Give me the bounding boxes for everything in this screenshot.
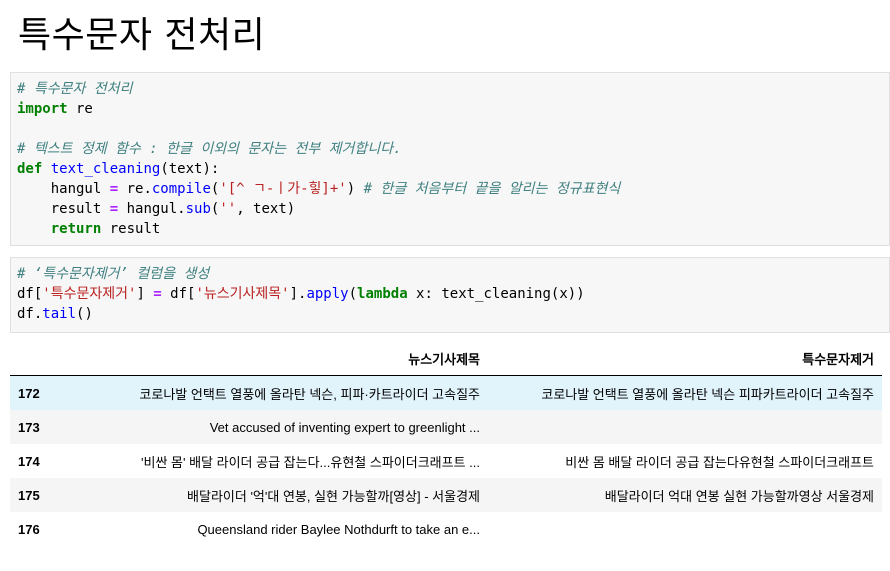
- string-column-new: '특수문자제거': [42, 286, 137, 302]
- keyword-def: def: [17, 161, 43, 177]
- function-name: text_cleaning: [50, 161, 161, 177]
- code-text: df.: [17, 306, 43, 322]
- dataframe-output: 뉴스기사제목 특수문자제거 172 코로나발 언택트 열풍에 올라탄 넥슨, 피…: [10, 341, 882, 546]
- code-comment: # 텍스트 정제 함수 : 한글 이외의 문자는 전부 제거합니다.: [17, 141, 402, 157]
- cell-title: '비싼 몸' 배달 라이더 공급 잡는다...유현철 스파이더크래프트 ...: [141, 454, 480, 470]
- keyword-lambda: lambda: [357, 286, 408, 302]
- row-index: 175: [18, 487, 40, 503]
- code-text: ): [346, 181, 364, 197]
- cell-clean: 배달라이더 억대 연봉 실현 가능할까영상 서울경제: [604, 488, 874, 504]
- operator-assign: =: [153, 286, 162, 302]
- row-index: 172: [18, 385, 40, 401]
- keyword-import: import: [17, 101, 68, 117]
- cell-clean: 코로나발 언택트 열풍에 올라탄 넥슨 피파카트라이더 고속질주: [541, 386, 874, 402]
- code-text: hangul: [17, 181, 110, 197]
- table-row: 174 '비싼 몸' 배달 라이더 공급 잡는다...유현철 스파이더크래프트 …: [10, 444, 882, 478]
- method-tail: tail: [42, 306, 77, 322]
- code-text: result: [17, 201, 110, 217]
- code-comment: # 한글 처음부터 끝을 알리는 정규표현식: [363, 181, 621, 197]
- keyword-return: return: [50, 221, 102, 237]
- cell-title: 배달라이더 '억'대 연봉, 실현 가능할까[영상] - 서울경제: [187, 488, 480, 504]
- code-cell-1[interactable]: # 특수문자 전처리 import re # 텍스트 정제 함수 : 한글 이외의 …: [10, 72, 890, 246]
- cell-clean: [488, 410, 882, 444]
- row-index: 174: [18, 453, 40, 469]
- table-row: 172 코로나발 언택트 열풍에 올라탄 넥슨, 피파·카트라이더 고속질주 코…: [10, 375, 882, 410]
- method-sub: sub: [185, 201, 211, 217]
- code-text: ].: [289, 286, 307, 302]
- empty-string: '': [219, 201, 237, 217]
- code-text: result: [101, 221, 161, 237]
- table-row: 175 배달라이더 '억'대 연봉, 실현 가능할까[영상] - 서울경제 배달…: [10, 478, 882, 512]
- code-text: re.: [118, 181, 152, 197]
- column-header-title: 뉴스기사제목: [52, 341, 488, 376]
- code-comment: # ‘특수문자제거’ 컬럼을 생성: [17, 266, 210, 282]
- cell-title: 코로나발 언택트 열풍에 올라탄 넥슨, 피파·카트라이더 고속질주: [139, 386, 480, 402]
- table-header-row: 뉴스기사제목 특수문자제거: [10, 341, 882, 376]
- row-index: 176: [18, 521, 40, 537]
- code-comment: # 특수문자 전처리: [17, 81, 133, 97]
- code-text: ]: [136, 286, 154, 302]
- cell-clean: [488, 512, 882, 546]
- code-text: (: [348, 286, 358, 302]
- table-row: 173 Vet accused of inventing expert to g…: [10, 410, 882, 444]
- code-text: hangul.: [118, 201, 186, 217]
- row-index: 173: [18, 419, 40, 435]
- cell-title: Queensland rider Baylee Nothdurft to tak…: [197, 521, 480, 537]
- cell-title: Vet accused of inventing expert to green…: [209, 419, 480, 435]
- index-header: [10, 341, 52, 376]
- table-row: 176 Queensland rider Baylee Nothdurft to…: [10, 512, 882, 546]
- code-cell-2[interactable]: # ‘특수문자제거’ 컬럼을 생성 df['특수문자제거'] = df['뉴스기사…: [10, 257, 890, 333]
- regex-string: '[^ ㄱ-ㅣ가-힣]+': [219, 181, 347, 197]
- string-column-source: '뉴스기사제목': [195, 286, 290, 302]
- module-name: re: [67, 101, 93, 117]
- operator-assign: =: [109, 201, 119, 217]
- code-text: df[: [161, 286, 196, 302]
- function-args: (text):: [160, 161, 220, 177]
- method-compile: compile: [151, 181, 211, 197]
- code-text: (): [76, 306, 93, 322]
- method-apply: apply: [306, 286, 349, 302]
- cell-clean: 비싼 몸 배달 라이더 공급 잡는다유현철 스파이더크래프트: [565, 454, 874, 470]
- section-heading: 특수문자 전처리: [18, 15, 266, 56]
- operator-assign: =: [109, 181, 119, 197]
- code-text: df[: [17, 286, 43, 302]
- column-header-clean: 특수문자제거: [488, 341, 882, 376]
- code-text: x: text_cleaning(x)): [407, 286, 585, 302]
- code-text: , text): [236, 201, 296, 217]
